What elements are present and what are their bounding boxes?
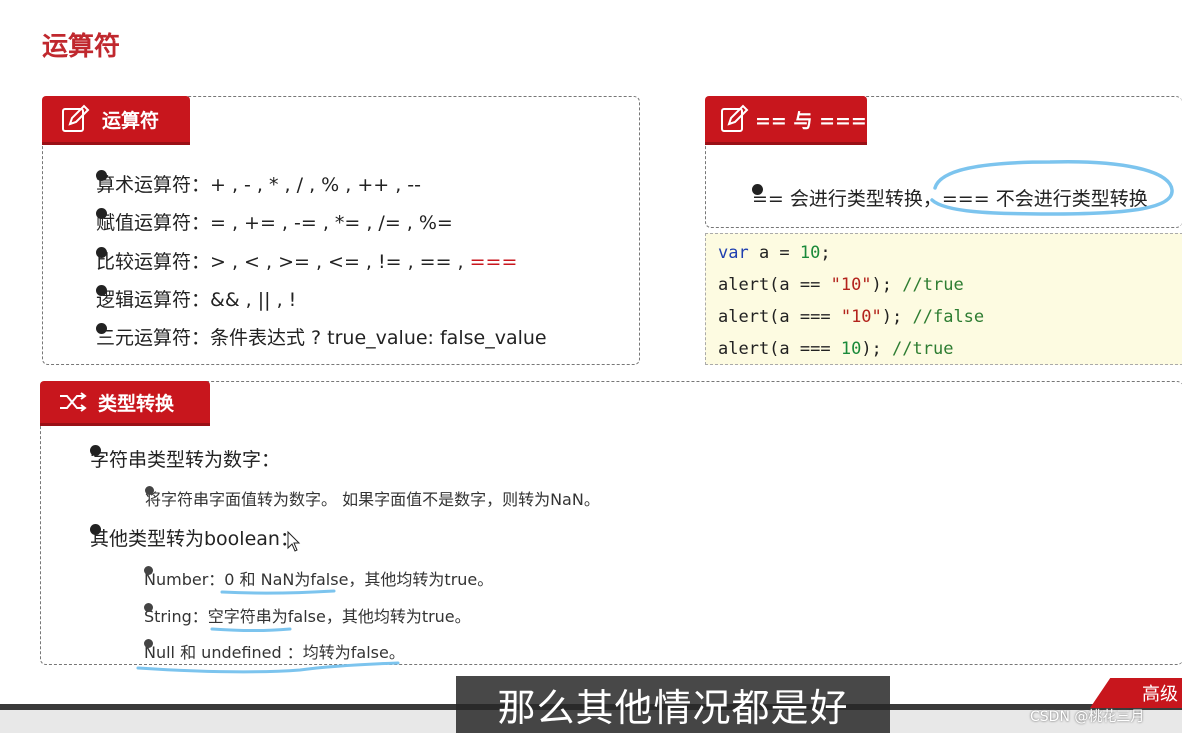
code-block: var a = 10; alert(a == "10"); //true ale… <box>705 233 1182 365</box>
list-item: 将字符串字面值转为数字。 如果字面值不是数字，则转为NaN。 <box>112 486 845 510</box>
list-item: 三元运算符：条件表达式 ? true_value: false_value <box>62 323 656 350</box>
type-conversion-tab-label: 类型转换 <box>98 392 175 415</box>
list-item: Number：0 和 NaN为false，其他均转为true。 <box>112 566 844 590</box>
list-item: 逻辑运算符：&& , || , ! <box>62 285 656 312</box>
code-line: alert(a === 10); //true <box>718 339 954 359</box>
operators-tab: 运算符 <box>42 96 190 145</box>
list-item: Null 和 undefined ：均转为false。 <box>112 639 844 663</box>
code-line: alert(a == "10"); //true <box>718 275 964 295</box>
list-item: 比较运算符：> , < , >= , <= , != , == , === <box>62 247 656 274</box>
shuffle-icon <box>58 387 88 417</box>
list-item: 算术运算符：+ , - , * , / , % , ++ , -- <box>62 170 656 197</box>
corner-badge: 高级 <box>1090 678 1182 708</box>
list-item: String：空字符串为false，其他均转为true。 <box>112 603 844 627</box>
list-item: 字符串类型转为数字： <box>58 445 990 472</box>
strict-equal-highlight: === <box>469 251 518 273</box>
video-subtitle: 那么其他情况都是好 <box>456 676 890 733</box>
edit-icon <box>719 104 749 134</box>
list-item: 赋值运算符：= , += , -= , *= , /= , %= <box>62 208 656 235</box>
equality-tab: == 与 === <box>705 96 867 145</box>
list-item: 其他类型转为boolean： <box>58 524 990 551</box>
type-conversion-tab: 类型转换 <box>40 381 210 426</box>
watermark: CSDN @桃花三月 <box>1030 709 1145 725</box>
code-line: var a = 10; <box>718 243 831 263</box>
equality-tab-label: == 与 === <box>755 109 867 132</box>
code-line: alert(a === "10"); //false <box>718 307 985 327</box>
operators-tab-label: 运算符 <box>102 109 160 132</box>
edit-icon <box>60 104 90 134</box>
list-item: == 会进行类型转换，=== 不会进行类型转换 <box>720 184 1182 211</box>
page-title: 运算符 <box>42 32 121 62</box>
